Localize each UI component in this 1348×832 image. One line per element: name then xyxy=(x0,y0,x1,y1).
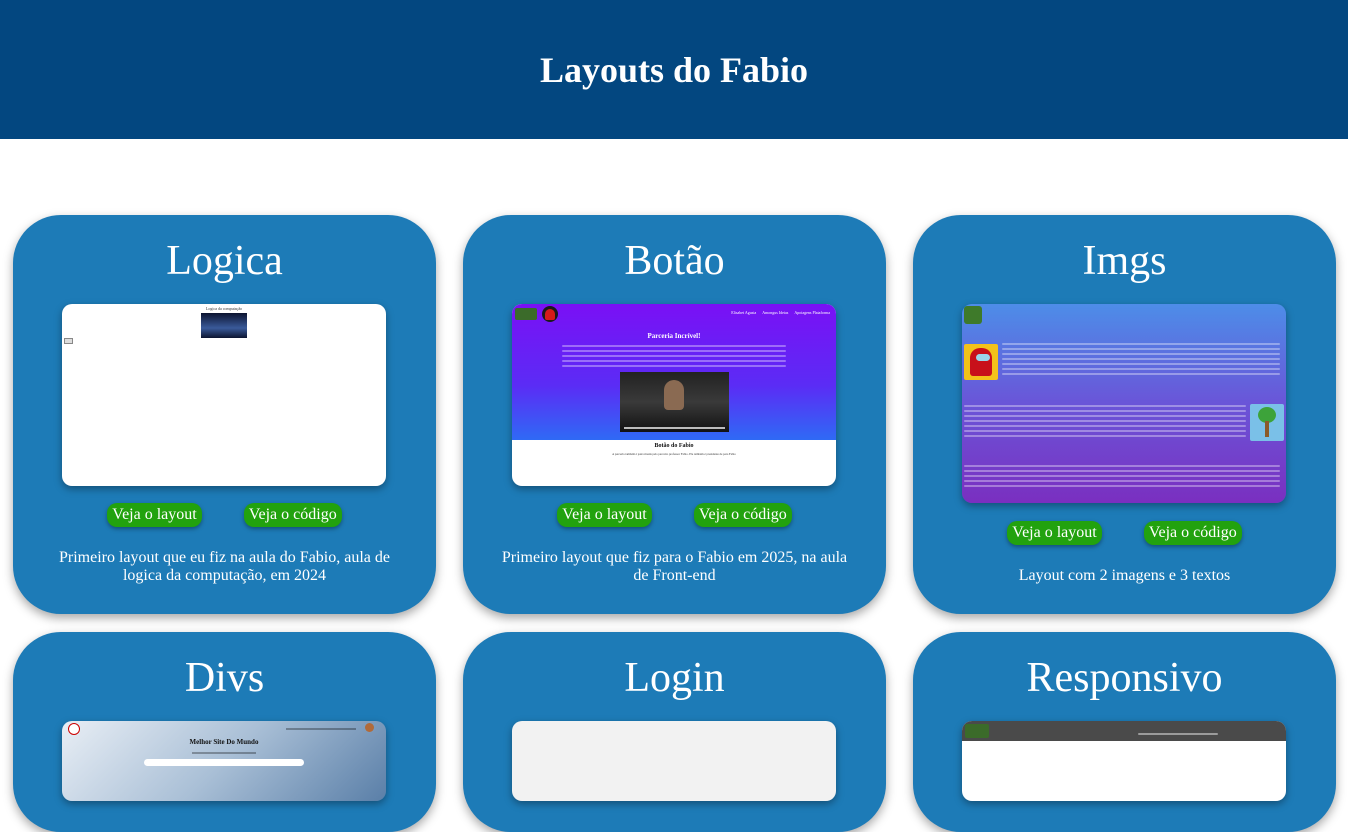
preview-nav-item: Amongus Ideias xyxy=(762,310,789,315)
layout-preview-image[interactable] xyxy=(512,721,836,801)
preview-nav: Elisabet Agusta Amongus Ideias Apoiagens… xyxy=(731,310,830,315)
preview-video xyxy=(620,372,729,432)
page-title: Layouts do Fabio xyxy=(539,49,809,90)
terraria-icon xyxy=(1250,404,1284,441)
card-description: Primeiro layout que eu fiz na aula do Fa… xyxy=(58,549,390,584)
card-responsivo: Responsivo xyxy=(913,632,1336,832)
preview-footer-text: A parceria também é patrocinada pelo par… xyxy=(612,452,736,456)
view-code-button[interactable]: Veja o código xyxy=(1143,521,1242,545)
logo-icon xyxy=(515,308,537,320)
among-us-icon xyxy=(542,306,558,322)
card-description: Layout com 2 imagens e 3 textos xyxy=(1018,567,1231,584)
card-description: Primeiro layout que fiz para o Fabio em … xyxy=(501,549,848,584)
layout-preview-image[interactable] xyxy=(962,304,1286,503)
preview-thumb xyxy=(201,313,247,338)
card-actions: Veja o layout Veja o código xyxy=(13,503,436,527)
card-actions: Veja o layout Veja o código xyxy=(463,503,886,527)
card-login: Login xyxy=(463,632,886,832)
preview-nav xyxy=(286,726,356,732)
preview-logo-icon xyxy=(965,724,989,738)
preview-footer-title: Botão do Fabio xyxy=(654,443,694,449)
preview-navbar xyxy=(962,721,1286,741)
preview-heading: Parceria Incrível! xyxy=(647,332,701,340)
preview-paragraph xyxy=(562,342,786,370)
card-title: Login xyxy=(624,655,725,701)
layout-preview-image[interactable]: Elisabet Agusta Amongus Ideias Apoiagens… xyxy=(512,304,836,486)
preview-subtext xyxy=(192,750,256,756)
among-us-icon xyxy=(964,344,998,380)
preview-nav-item: Elisabet Agusta xyxy=(731,310,757,315)
card-title: Botão xyxy=(624,238,725,284)
view-layout-button[interactable]: Veja o layout xyxy=(107,503,202,527)
preview-nav-item: Apoiagens Plataforma xyxy=(794,310,830,315)
card-title: Responsivo xyxy=(1026,655,1223,701)
preview-nav xyxy=(1138,730,1218,738)
card-title: Imgs xyxy=(1082,238,1167,284)
card-imgs: Imgs Veja o layout Veja o código Layout … xyxy=(913,215,1336,614)
view-code-button[interactable]: Veja o código xyxy=(693,503,792,527)
preview-text-block xyxy=(964,402,1246,440)
preview-logo-icon xyxy=(68,723,80,735)
preview-search-bar xyxy=(144,759,304,766)
preview-text-block xyxy=(1002,340,1280,378)
card-title: Divs xyxy=(184,655,265,701)
view-layout-button[interactable]: Veja o layout xyxy=(557,503,652,527)
card-divs: Divs Melhor Site Do Mundo xyxy=(13,632,436,832)
card-title: Logica xyxy=(166,238,283,284)
preview-text-block xyxy=(964,462,1280,490)
view-code-button[interactable]: Veja o código xyxy=(243,503,342,527)
view-layout-button[interactable]: Veja o layout xyxy=(1007,521,1102,545)
preview-heading: Logica da computação xyxy=(205,306,243,311)
layout-preview-image[interactable] xyxy=(962,721,1286,801)
card-actions: Veja o layout Veja o código xyxy=(913,521,1336,545)
layout-preview-image[interactable]: Melhor Site Do Mundo xyxy=(62,721,386,801)
minecraft-icon xyxy=(964,306,982,324)
preview-heading: Melhor Site Do Mundo xyxy=(189,738,259,746)
preview-hero: Elisabet Agusta Amongus Ideias Apoiagens… xyxy=(512,304,836,440)
card-logica: Logica Logica da computação Veja o layou… xyxy=(13,215,436,614)
preview-small-button xyxy=(64,338,73,344)
card-botao: Botão Elisabet Agusta Amongus Ideias Apo… xyxy=(463,215,886,614)
preview-avatar xyxy=(365,723,374,732)
page-header: Layouts do Fabio xyxy=(0,0,1348,139)
layout-preview-image[interactable]: Logica da computação xyxy=(62,304,386,486)
